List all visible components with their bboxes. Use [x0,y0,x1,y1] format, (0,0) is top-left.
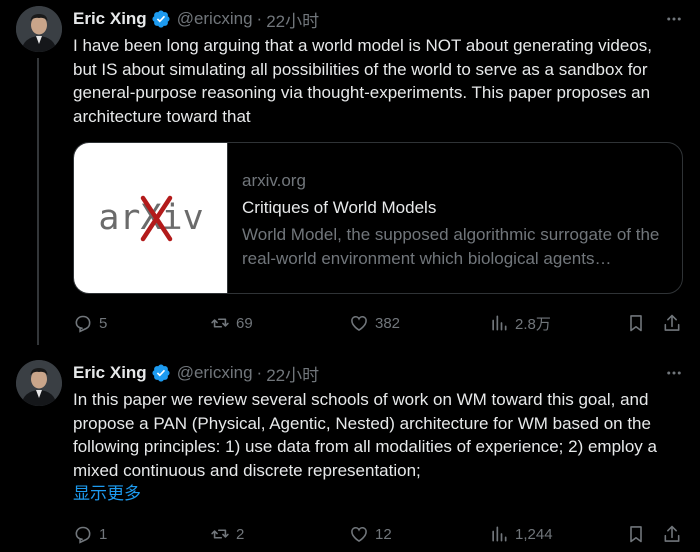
author-name[interactable]: Eric Xing [73,9,147,29]
tweet[interactable]: Eric Xing @ericxing · 22小时 In this paper… [0,345,700,552]
retweet-count: 2 [236,525,245,543]
separator-dot: · [256,9,263,28]
share-icon [664,314,680,331]
bookmark-button[interactable] [626,522,646,546]
timestamp[interactable]: 22小时 [266,7,319,32]
views-button[interactable]: 2.8万 [489,311,551,335]
retweet-button[interactable]: 2 [210,522,244,546]
card-image: arXiv [74,143,228,293]
views-button[interactable]: 1,244 [489,522,553,546]
separator-dot: · [256,363,263,382]
link-card[interactable]: arXiv arxiv.org Critiques of World Model… [73,142,683,294]
author-name[interactable]: Eric Xing [73,363,147,383]
avatar-photo-icon [16,360,62,406]
tweet-header: Eric Xing @ericxing · 22小时 [73,7,319,32]
bookmark-icon [630,315,642,332]
more-options-button[interactable] [664,9,684,29]
like-count: 12 [375,525,392,543]
card-description: World Model, the supposed algorithmic su… [242,225,660,268]
avatar-photo-icon [16,6,62,52]
reply-button[interactable]: 5 [73,311,107,335]
avatar[interactable] [16,360,62,406]
tweet-text: I have been long arguing that a world mo… [73,36,652,126]
retweet-icon [211,318,229,328]
heart-icon [351,315,367,332]
card-body: arxiv.org Critiques of World Models Worl… [228,143,682,293]
share-button[interactable] [662,311,682,335]
action-bar: 1 2 12 1,244 [73,522,683,546]
timestamp[interactable]: 22小时 [266,361,319,386]
bookmark-button[interactable] [626,311,646,335]
views-chart-icon [492,526,507,542]
card-domain: arxiv.org [242,171,306,190]
like-button[interactable]: 12 [349,522,392,546]
view-count: 2.8万 [515,315,551,333]
tweet-text-container: In this paper we review several schools … [73,388,678,506]
show-more-link[interactable]: 显示更多 [73,482,678,506]
views-chart-icon [492,315,507,331]
author-handle[interactable]: @ericxing [177,9,253,29]
like-button[interactable]: 382 [349,311,400,335]
tweet-text: In this paper we review several schools … [73,390,657,480]
tweet[interactable]: Eric Xing @ericxing · 22小时 I have been l… [0,0,700,345]
reply-count: 1 [99,525,108,543]
reply-icon [75,315,91,333]
share-button[interactable] [662,522,682,546]
card-title: Critiques of World Models [242,198,437,217]
arxiv-logo: arXiv [98,195,203,242]
action-bar: 5 69 382 2.8万 [73,311,683,335]
retweet-count: 69 [236,314,253,332]
more-dots-icon [667,371,681,375]
author-handle[interactable]: @ericxing [177,363,253,383]
like-count: 382 [375,314,401,332]
heart-icon [351,526,367,543]
reply-icon [75,526,91,544]
more-dots-icon [667,17,681,21]
svg-text:arXiv: arXiv [98,198,203,238]
thread-line [37,58,39,345]
retweet-button[interactable]: 69 [210,311,253,335]
verified-badge-icon[interactable] [151,363,171,383]
verified-badge-icon[interactable] [151,9,171,29]
share-icon [664,525,680,542]
bookmark-icon [630,526,642,543]
reply-button[interactable]: 1 [73,522,107,546]
tweet-header: Eric Xing @ericxing · 22小时 [73,361,319,386]
avatar[interactable] [16,6,62,52]
retweet-icon [211,529,229,539]
more-options-button[interactable] [664,363,684,383]
view-count: 1,244 [515,525,553,543]
reply-count: 5 [99,314,108,332]
